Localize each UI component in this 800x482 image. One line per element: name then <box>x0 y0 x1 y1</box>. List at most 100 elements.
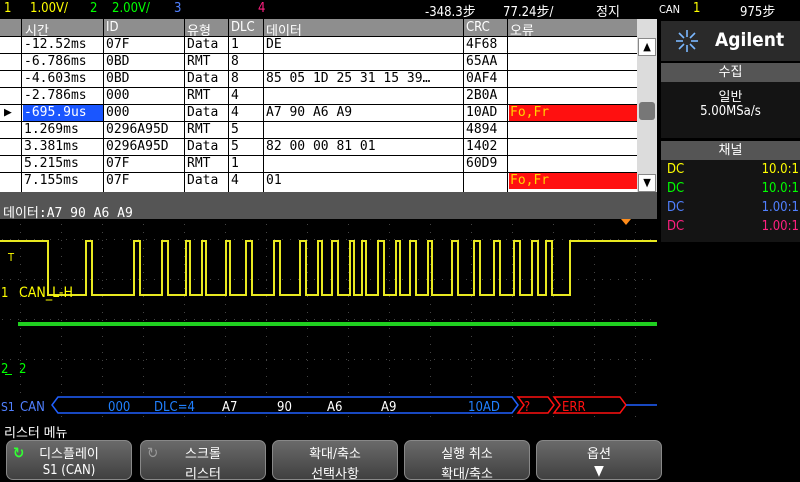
bus-decode-field: A9 <box>381 400 396 415</box>
cell-crc: 0AF4 <box>466 71 498 86</box>
trigger-marker: T <box>7 251 15 264</box>
cell-err <box>509 122 637 138</box>
table-row[interactable]: -6.786ms 0BD RMT 8 65AA <box>0 53 637 70</box>
acquisition-panel: 일반 5.00MSa/s <box>661 82 800 138</box>
ch1-number: 1 <box>4 1 12 16</box>
cell-err <box>509 88 637 104</box>
cell-type: Data <box>187 105 219 120</box>
table-row[interactable]: 3.381ms 0296A95D Data 5 82 00 00 81 01 1402 <box>0 138 637 155</box>
bus-decode-field: DLC=4 <box>154 400 195 415</box>
cell-time: -4.603ms <box>24 71 87 86</box>
cell-time: 3.381ms <box>24 139 79 154</box>
table-row[interactable]: -12.52ms 07F Data 1 DE 4F68 <box>0 36 637 53</box>
table-row[interactable]: ▶ -695.9us 000 Data 4 A7 90 A6 A9 10AD Fo,Fr <box>0 104 637 121</box>
cell-err <box>509 71 637 87</box>
table-row[interactable]: 7.155ms 07F Data 4 01 Fo,Fr <box>0 172 637 189</box>
ground-icon <box>5 374 12 375</box>
cell-err: Fo,Fr <box>509 105 637 121</box>
ch4-number: 4 <box>258 1 266 16</box>
cell-type: Data <box>187 139 219 154</box>
table-scrollbar[interactable]: ▲ ▼ <box>637 19 657 192</box>
timebase-readout: 77.24步/ <box>503 5 554 20</box>
cell-data <box>265 88 463 104</box>
cell-id: 07F <box>106 156 130 171</box>
ch1-scale: 1.00V/ <box>30 1 68 16</box>
refresh-icon: ↻ <box>147 444 159 462</box>
channel-title: 채널 <box>661 141 800 160</box>
table-row[interactable]: -4.603ms 0BD Data 8 85 05 1D 25 31 15 39… 0AF… <box>0 70 637 87</box>
cell-type: Data <box>187 71 219 86</box>
ch1-label: CAN_L-H <box>19 285 73 301</box>
agilent-spark-icon <box>676 30 698 52</box>
cell-type: Data <box>187 173 219 188</box>
cell-dlc: 4 <box>231 88 239 103</box>
ch3-number: 3 <box>174 1 182 16</box>
bus-decode-field: A6 <box>327 400 342 415</box>
table-row[interactable]: 5.215ms 07F RMT 1 60D9 <box>0 155 637 172</box>
cell-err <box>509 54 637 70</box>
channel-panel: DC 10.0:1 DC 10.0:1 DC 1.00:1 DC 1.00:1 <box>661 160 800 242</box>
scroll-up-icon[interactable]: ▲ <box>638 38 656 56</box>
menu-title: 리스터 메뉴 <box>0 420 800 441</box>
cell-err <box>509 139 637 155</box>
col-header-dlc: DLC <box>231 20 255 35</box>
channel-4-info: DC 1.00:1 <box>667 219 799 234</box>
bus-decode-field: ERR <box>562 400 586 415</box>
cell-id: 0BD <box>106 71 130 86</box>
cell-time: -2.786ms <box>24 88 87 103</box>
channel-1-info: DC 10.0:1 <box>667 162 799 177</box>
lister-table[interactable]: 시간 ID 유형 DLC 데이터 CRC 오류 -12.52ms 07F Data 1… <box>0 19 657 192</box>
cell-time: 1.269ms <box>24 122 79 137</box>
softkey-undo-zoom[interactable]: 실행 취소 확대/축소 <box>404 440 530 482</box>
cell-time: -6.786ms <box>24 54 87 69</box>
trigger-source: CAN <box>659 3 681 16</box>
table-row[interactable]: -2.786ms 000 RMT 4 2B0A <box>0 87 637 104</box>
trigger-channel: 1 <box>693 1 701 16</box>
softkey-options[interactable]: 옵션 ▼ <box>536 440 662 480</box>
cell-crc <box>465 173 507 189</box>
softkey-display[interactable]: ↻ 디스플레이 S1 (CAN) <box>6 440 132 480</box>
cell-data: A7 90 A6 A9 <box>266 105 353 120</box>
cell-data <box>265 156 463 172</box>
cell-time: -12.52ms <box>24 37 87 52</box>
trigger-level: 975步 <box>740 5 776 20</box>
cell-id: 000 <box>106 105 130 120</box>
softkey-scroll[interactable]: ↻ 스크롤 리스터 <box>140 440 266 482</box>
softkey-zoom-selection[interactable]: 확대/축소 선택사항 <box>272 440 398 482</box>
cell-type: RMT <box>187 88 211 103</box>
bus-marker: S1 <box>1 400 15 414</box>
bus-decode-field: 90 <box>277 400 292 415</box>
cell-time: 5.215ms <box>24 156 79 171</box>
ch2-scale: 2.00V/ <box>112 1 150 16</box>
cell-dlc: 5 <box>231 122 239 137</box>
table-header: 시간 ID 유형 DLC 데이터 CRC 오류 <box>0 19 637 39</box>
cell-dlc: 1 <box>231 156 239 171</box>
col-header-crc: CRC <box>466 20 490 35</box>
ch2-number: 2 <box>90 1 98 16</box>
scroll-thumb[interactable] <box>639 102 655 120</box>
cell-id: 07F <box>106 173 130 188</box>
table-row[interactable]: 1.269ms 0296A95D RMT 5 4894 <box>0 121 637 138</box>
selected-row-arrow-icon: ▶ <box>4 105 12 120</box>
cell-crc: 1402 <box>466 139 498 154</box>
refresh-icon: ↻ <box>13 444 25 462</box>
ch2-number-label: 2 <box>19 362 26 377</box>
down-arrow-icon: ▼ <box>594 463 604 479</box>
cell-data: 85 05 1D 25 31 15 39… <box>266 71 431 86</box>
ch2-waveform <box>18 322 657 326</box>
cell-data <box>265 54 463 70</box>
sample-rate: 5.00MSa/s <box>700 104 761 119</box>
cell-dlc: 5 <box>231 139 239 154</box>
col-header-id: ID <box>106 20 119 35</box>
cell-err: Fo,Fr <box>509 173 637 189</box>
bus-decode-field: ? <box>524 400 530 415</box>
channel-3-info: DC 1.00:1 <box>667 200 799 215</box>
run-state: 정지 <box>596 5 620 20</box>
scroll-down-icon[interactable]: ▼ <box>638 174 656 192</box>
waveform-display[interactable]: T 1 CAN_L-H 2 2 S1 CAN 000 DLC=4 A7 90 A6 A9 10AD? ERR <box>0 219 657 420</box>
cell-dlc: 4 <box>231 105 239 120</box>
cell-crc: 10AD <box>466 105 498 120</box>
cell-data: 82 00 00 81 01 <box>266 139 376 154</box>
cell-id: 000 <box>106 88 130 103</box>
acquisition-mode: 일반 <box>718 90 743 105</box>
